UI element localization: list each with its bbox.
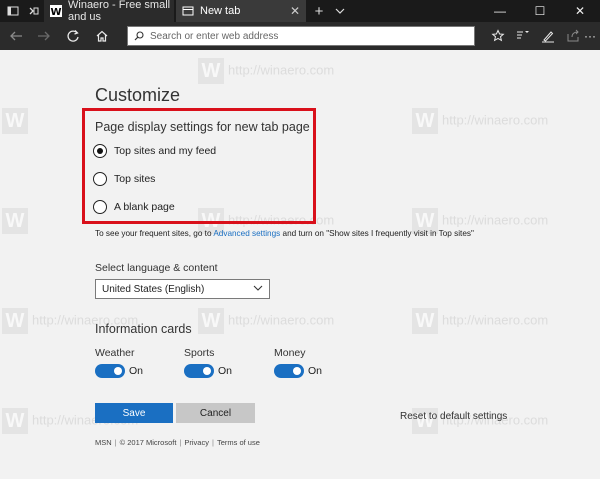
sports-toggle-state: On xyxy=(218,365,233,377)
money-toggle[interactable] xyxy=(274,364,304,378)
weather-label: Weather xyxy=(95,347,135,359)
radio-button[interactable] xyxy=(93,172,107,186)
radio-button[interactable] xyxy=(93,144,107,158)
watermark: W xyxy=(2,108,32,134)
share-icon[interactable] xyxy=(563,26,583,46)
tab-preview-icon[interactable] xyxy=(24,0,42,22)
money-toggle-state: On xyxy=(308,365,323,377)
svg-text:W: W xyxy=(50,7,61,17)
save-button[interactable]: Save xyxy=(95,403,173,423)
winaero-favicon-icon: W xyxy=(50,5,62,17)
reset-defaults-link[interactable]: Reset to default settings xyxy=(400,411,507,422)
hub-icon[interactable] xyxy=(513,26,533,46)
section-label: Page display settings for new tab page xyxy=(95,120,310,134)
footer: MSN | © 2017 Microsoft | Privacy | Terms of us… xyxy=(95,438,260,447)
more-menu-icon[interactable]: ··· xyxy=(582,26,598,46)
watermark: Whttp://winaero.com xyxy=(412,108,548,134)
weather-toggle-state: On xyxy=(129,365,144,377)
tab-list-chevron-icon[interactable] xyxy=(331,0,349,22)
tab-new-tab[interactable]: New tab ✕ xyxy=(176,0,306,22)
radio-top-sites-and-feed[interactable]: Top sites and my feed xyxy=(93,143,216,159)
maximize-button[interactable]: ☐ xyxy=(520,0,560,22)
radio-label: A blank page xyxy=(114,201,175,213)
language-selected-value: United States (English) xyxy=(102,283,205,295)
frequent-sites-info: To see your frequent sites, go to Advanc… xyxy=(95,229,474,238)
chevron-down-icon xyxy=(253,283,263,296)
tab-bar: W Winaero - Free small and us New tab ✕ … xyxy=(0,0,600,23)
radio-button[interactable] xyxy=(93,200,107,214)
watermark: Whttp://winaero.com xyxy=(198,308,334,334)
minimize-button[interactable]: — xyxy=(480,0,520,22)
new-tab-page: Whttp://winaero.com W Whttp://winaero.co… xyxy=(0,50,600,479)
footer-brand: MSN xyxy=(95,438,112,447)
language-select[interactable]: United States (English) xyxy=(95,279,270,299)
language-label: Select language & content xyxy=(95,262,218,274)
weather-toggle[interactable] xyxy=(95,364,125,378)
search-icon xyxy=(134,31,144,41)
watermark: Whttp://winaero.com xyxy=(412,308,548,334)
new-tab-plus-icon[interactable]: + xyxy=(310,0,328,22)
home-icon[interactable] xyxy=(92,26,112,46)
radio-label: Top sites and my feed xyxy=(114,145,217,157)
back-arrow-icon[interactable] xyxy=(6,26,26,46)
close-tab-icon[interactable]: ✕ xyxy=(290,4,300,18)
radio-top-sites[interactable]: Top sites xyxy=(93,171,155,187)
watermark: W xyxy=(2,208,32,234)
radio-blank-page[interactable]: A blank page xyxy=(93,199,175,215)
sports-toggle[interactable] xyxy=(184,364,214,378)
footer-copyright: © 2017 Microsoft xyxy=(119,438,177,447)
navigation-bar: Search or enter web address ··· xyxy=(0,22,600,50)
advanced-settings-link[interactable]: Advanced settings xyxy=(213,229,280,238)
terms-link[interactable]: Terms of use xyxy=(217,438,260,447)
address-bar[interactable]: Search or enter web address xyxy=(127,26,475,46)
page-title: Customize xyxy=(95,85,181,105)
address-placeholder: Search or enter web address xyxy=(150,30,279,42)
radio-label: Top sites xyxy=(114,173,156,185)
watermark: Whttp://winaero.com xyxy=(198,58,334,84)
close-window-button[interactable]: ✕ xyxy=(560,0,600,22)
sports-label: Sports xyxy=(184,347,215,359)
tab-aside-icon[interactable] xyxy=(4,0,22,22)
money-label: Money xyxy=(274,347,306,359)
tab-title: Winaero - Free small and us xyxy=(68,0,171,23)
favorites-star-icon[interactable] xyxy=(488,26,508,46)
web-note-pen-icon[interactable] xyxy=(538,26,558,46)
information-cards-title: Information cards xyxy=(95,322,192,336)
refresh-icon[interactable] xyxy=(63,26,83,46)
cancel-button[interactable]: Cancel xyxy=(176,403,255,423)
privacy-link[interactable]: Privacy xyxy=(184,438,209,447)
new-tab-favicon-icon xyxy=(182,5,194,17)
tab-title: New tab xyxy=(200,5,241,17)
tab-winaero[interactable]: W Winaero - Free small and us xyxy=(44,0,174,23)
forward-arrow-icon[interactable] xyxy=(34,26,54,46)
